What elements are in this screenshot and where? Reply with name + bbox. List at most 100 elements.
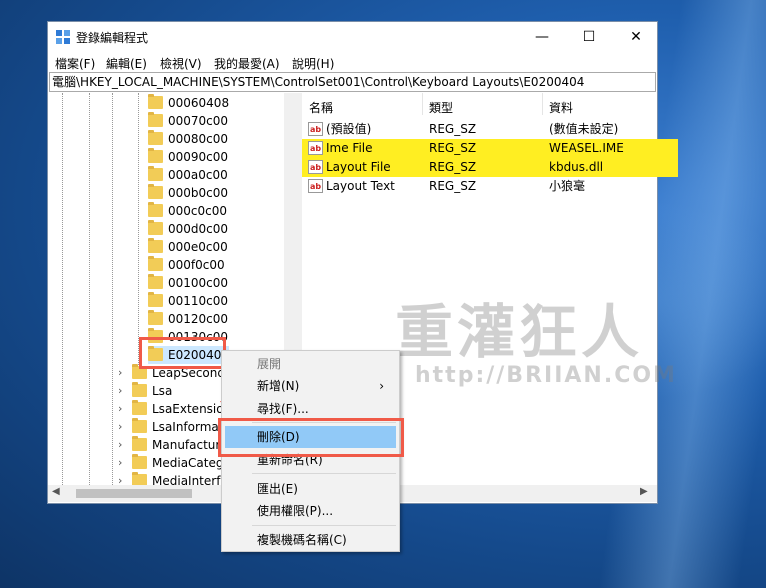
menu-item-permissions[interactable]: 使用權限(P)... — [225, 500, 396, 522]
column-header-name[interactable]: 名稱 — [309, 99, 333, 116]
menu-item-label: 新增(N) — [257, 379, 300, 393]
annotation-box-key — [139, 337, 226, 369]
value-type: REG_SZ — [429, 160, 477, 174]
chevron-right-icon[interactable]: › — [118, 418, 122, 436]
tree-item[interactable]: 000a0c00 — [148, 166, 228, 184]
tree-item[interactable]: 00110c00 — [148, 292, 228, 310]
tree-item[interactable]: 000d0c00 — [148, 220, 228, 238]
value-data: WEASEL.IME — [549, 141, 624, 155]
tree-item[interactable]: 000c0c00 — [148, 202, 227, 220]
value-name: Ime File — [326, 141, 373, 155]
tree-item[interactable]: › Manufactur — [118, 436, 220, 454]
string-value-icon: ab — [308, 122, 323, 136]
watermark-text: 重灌狂人 — [395, 298, 644, 366]
menu-item-find[interactable]: 尋找(F)... — [225, 398, 396, 420]
string-value-icon: ab — [308, 160, 323, 174]
menu-file[interactable]: 檔案(F) — [55, 55, 95, 72]
folder-icon — [148, 256, 163, 271]
menu-help[interactable]: 說明(H) — [292, 55, 334, 72]
folder-icon — [148, 274, 163, 289]
regedit-app-icon — [56, 30, 70, 44]
chevron-right-icon[interactable]: › — [118, 472, 122, 485]
column-separator[interactable] — [422, 93, 423, 115]
folder-icon — [132, 472, 147, 485]
close-button[interactable]: ✕ — [613, 22, 659, 52]
folder-icon — [132, 400, 147, 415]
chevron-right-icon[interactable]: › — [118, 382, 122, 400]
folder-icon — [148, 310, 163, 325]
value-name: Layout Text — [326, 179, 395, 193]
column-separator[interactable] — [542, 93, 543, 115]
value-row[interactable]: ab (預設值) REG_SZ (數值未設定) — [302, 120, 657, 139]
tree-guide-line — [89, 93, 90, 485]
value-name: Layout File — [326, 160, 391, 174]
menu-bar: 檔案(F) 編輯(E) 檢視(V) 我的最愛(A) 說明(H) — [48, 52, 657, 72]
folder-icon — [148, 220, 163, 235]
value-data: (數值未設定) — [549, 122, 619, 136]
string-value-icon: ab — [308, 179, 323, 193]
folder-icon — [132, 418, 147, 433]
tree-item[interactable]: 000b0c00 — [148, 184, 228, 202]
menu-favorites[interactable]: 我的最愛(A) — [214, 55, 280, 72]
scroll-left-icon[interactable]: ◀ — [52, 486, 60, 497]
tree-item[interactable]: 00080c00 — [148, 130, 228, 148]
menu-separator — [252, 473, 396, 474]
string-value-icon: ab — [308, 141, 323, 155]
tree-item[interactable]: › MediaCateg — [118, 454, 223, 472]
menu-view[interactable]: 檢視(V) — [160, 55, 202, 72]
chevron-right-icon[interactable]: › — [118, 436, 122, 454]
folder-icon — [148, 148, 163, 163]
tree-item[interactable]: › LsaInformat — [118, 418, 223, 436]
column-header-data[interactable]: 資料 — [549, 99, 573, 116]
scroll-right-icon[interactable]: ▶ — [640, 486, 648, 497]
folder-icon — [148, 166, 163, 181]
folder-icon — [148, 184, 163, 199]
tree-item[interactable]: 000f0c00 — [148, 256, 225, 274]
menu-item-expand[interactable]: 展開 — [225, 353, 396, 375]
scrollbar-thumb[interactable] — [76, 489, 192, 498]
menu-item-export[interactable]: 匯出(E) — [225, 478, 396, 500]
folder-icon — [148, 112, 163, 127]
value-data: kbdus.dll — [549, 160, 604, 174]
chevron-right-icon[interactable]: › — [118, 364, 122, 382]
value-data: 小狼毫 — [549, 179, 586, 193]
menu-separator — [252, 525, 396, 526]
value-name: (預設值) — [326, 122, 372, 136]
tree-item[interactable]: 00100c00 — [148, 274, 228, 292]
minimize-button[interactable]: — — [519, 22, 565, 52]
address-bar[interactable]: 電腦\HKEY_LOCAL_MACHINE\SYSTEM\ControlSet0… — [49, 72, 656, 92]
tree-guide-line — [112, 93, 113, 485]
folder-icon — [148, 202, 163, 217]
value-row[interactable]: ab Layout Text REG_SZ 小狼毫 — [302, 177, 657, 196]
chevron-right-icon[interactable]: › — [118, 454, 122, 472]
tree-item[interactable]: 00090c00 — [148, 148, 228, 166]
watermark: 重灌狂人 http://BRIIAN.COM — [395, 285, 675, 388]
maximize-button[interactable]: ☐ — [566, 22, 612, 52]
column-header-type[interactable]: 類型 — [429, 99, 453, 116]
tree-guide-line — [138, 93, 139, 373]
folder-icon — [132, 436, 147, 451]
value-type: REG_SZ — [429, 122, 477, 136]
watermark-url: http://BRIIAN.COM — [415, 363, 677, 388]
value-row-highlighted[interactable]: ab Ime File REG_SZ WEASEL.IME — [302, 139, 678, 158]
tree-item[interactable]: 00060408 — [148, 94, 229, 112]
folder-icon — [148, 94, 163, 109]
tree-item[interactable]: 000e0c00 — [148, 238, 228, 256]
tree-item[interactable]: 00070c00 — [148, 112, 228, 130]
menu-edit[interactable]: 編輯(E) — [106, 55, 147, 72]
tree-item[interactable]: › Lsa — [118, 382, 172, 400]
folder-icon — [148, 130, 163, 145]
value-row-highlighted[interactable]: ab Layout File REG_SZ kbdus.dll — [302, 158, 678, 177]
tree-item[interactable]: › MediaInterfa — [118, 472, 228, 485]
chevron-right-icon: › — [379, 379, 384, 393]
folder-icon — [148, 292, 163, 307]
menu-item-new[interactable]: 新增(N) › — [225, 375, 396, 397]
title-bar[interactable]: 登錄編輯程式 — ☐ ✕ — [48, 22, 657, 52]
tree-item[interactable]: 00120c00 — [148, 310, 228, 328]
tree-item[interactable]: › LsaExtension — [118, 400, 231, 418]
menu-item-copy-key-name[interactable]: 複製機碼名稱(C) — [225, 529, 396, 551]
folder-icon — [148, 238, 163, 253]
window-title: 登錄編輯程式 — [76, 31, 149, 45]
chevron-right-icon[interactable]: › — [118, 400, 122, 418]
annotation-box-delete — [218, 418, 404, 457]
